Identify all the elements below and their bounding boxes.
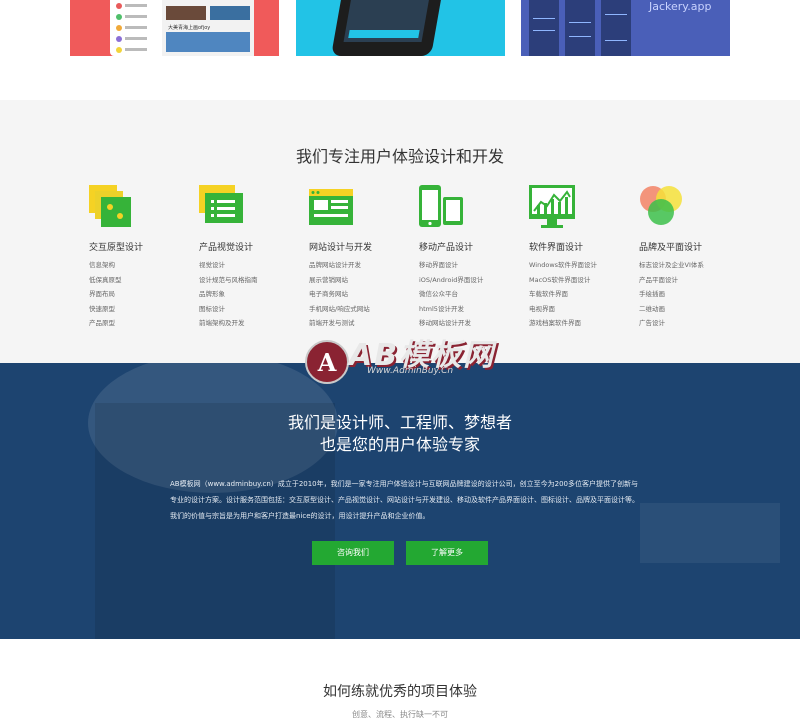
- service-link[interactable]: 快速原型: [89, 302, 189, 317]
- service-link[interactable]: 产品原型: [89, 316, 189, 331]
- service-link[interactable]: 移动界面设计: [419, 258, 519, 273]
- service-prototype: 交互原型设计 信息架构 低保真原型 界面布局 快速原型 产品原型: [89, 185, 189, 331]
- thumb-caption: 大美青海上画ofjoy: [168, 25, 211, 31]
- service-link[interactable]: 品牌网站设计开发: [309, 258, 409, 273]
- experience-section: 如何练就优秀的项目体验 创意、流程、执行缺一不可: [0, 639, 800, 728]
- service-name[interactable]: 品牌及平面设计: [639, 240, 739, 253]
- experience-subtitle: 创意、流程、执行缺一不可: [352, 710, 448, 719]
- sticky-notes-icon: [89, 185, 135, 229]
- mobile-devices-icon: [419, 185, 465, 229]
- portfolio-strip: 大美青海上画ofjoy Jackery.app: [0, 0, 800, 100]
- handheld-phone-image: [331, 0, 441, 56]
- learn-more-button[interactable]: 了解更多: [406, 541, 488, 565]
- service-link[interactable]: 电子商务网站: [309, 287, 409, 302]
- service-link[interactable]: 视觉设计: [199, 258, 299, 273]
- app-screen-3: [601, 0, 631, 56]
- service-software: 软件界面设计 Windows软件界面设计 MacOS软件界面设计 车载软件界面 …: [529, 185, 629, 331]
- service-link[interactable]: 前端架构及开发: [199, 316, 299, 331]
- service-link[interactable]: Windows软件界面设计: [529, 258, 629, 273]
- watermark: A AB模板网 Www.AdminBuy.Cn: [305, 328, 505, 388]
- services-section: 我们专注用户体验设计和开发 交互原型设计 信息架构 低保真原型 界面布局 快速原…: [0, 100, 800, 363]
- thumb-caption: Jackery.app: [649, 0, 712, 13]
- about-section: 我们是设计师、工程师、梦想者 也是您的用户体验专家 AB模板网（www.admi…: [0, 363, 800, 639]
- service-link[interactable]: 手绘插画: [639, 287, 739, 302]
- service-name[interactable]: 交互原型设计: [89, 240, 189, 253]
- service-link[interactable]: 广告设计: [639, 316, 739, 331]
- service-link[interactable]: 图标设计: [199, 302, 299, 317]
- app-screen-1: [529, 0, 559, 56]
- service-link[interactable]: 微信公众平台: [419, 287, 519, 302]
- service-link[interactable]: 界面布局: [89, 287, 189, 302]
- service-link[interactable]: 二维动画: [639, 302, 739, 317]
- app-screen-2: [565, 0, 595, 56]
- browser-window-icon: [309, 185, 355, 229]
- service-link[interactable]: 车载软件界面: [529, 287, 629, 302]
- about-heading-2: 也是您的用户体验专家: [319, 435, 480, 454]
- service-link[interactable]: 展示营销网站: [309, 273, 409, 288]
- service-website: 网站设计与开发 品牌网站设计开发 展示营销网站 电子商务网站 手机网站/响应式网…: [309, 185, 409, 331]
- about-heading-1: 我们是设计师、工程师、梦想者: [287, 413, 512, 432]
- monitor-chart-icon: [529, 185, 575, 229]
- service-branding: 品牌及平面设计 标志设计及企业VI体系 产品平面设计 手绘插画 二维动画 广告设…: [639, 185, 739, 331]
- watermark-logo-icon: A: [305, 340, 349, 384]
- service-link[interactable]: 信息架构: [89, 258, 189, 273]
- service-link[interactable]: 设计规范与风格指南: [199, 273, 299, 288]
- tablet-mockup: 大美青海上画ofjoy: [162, 0, 254, 56]
- service-name[interactable]: 软件界面设计: [529, 240, 629, 253]
- service-link[interactable]: iOS/Android界面设计: [419, 273, 519, 288]
- service-link[interactable]: html5设计开发: [419, 302, 519, 317]
- service-name[interactable]: 移动产品设计: [419, 240, 519, 253]
- service-name[interactable]: 产品视觉设计: [199, 240, 299, 253]
- service-visual: 产品视觉设计 视觉设计 设计规范与风格指南 品牌形象 图标设计 前端架构及开发: [199, 185, 299, 331]
- experience-title: 如何练就优秀的项目体验: [323, 684, 477, 700]
- service-link[interactable]: 电视界面: [529, 302, 629, 317]
- service-name[interactable]: 网站设计与开发: [309, 240, 409, 253]
- watermark-url: Www.AdminBuy.Cn: [367, 366, 454, 376]
- service-link[interactable]: 产品平面设计: [639, 273, 739, 288]
- service-mobile: 移动产品设计 移动界面设计 iOS/Android界面设计 微信公众平台 htm…: [419, 185, 519, 331]
- contact-button[interactable]: 咨询我们: [312, 541, 394, 565]
- service-link[interactable]: 标志设计及企业VI体系: [639, 258, 739, 273]
- layered-document-icon: [199, 185, 245, 229]
- portfolio-thumb-3[interactable]: Jackery.app: [521, 0, 730, 56]
- service-link[interactable]: 游戏档案软件界面: [529, 316, 629, 331]
- service-link[interactable]: 手机网站/响应式网站: [309, 302, 409, 317]
- service-link[interactable]: 品牌形象: [199, 287, 299, 302]
- service-link[interactable]: MacOS软件界面设计: [529, 273, 629, 288]
- about-description: AB模板网（www.adminbuy.cn）成立于2010年，我们是一家专注用户…: [170, 480, 639, 520]
- color-circles-icon: [639, 185, 685, 229]
- services-title: 我们专注用户体验设计和开发: [295, 147, 504, 166]
- portfolio-thumb-1[interactable]: 大美青海上画ofjoy: [70, 0, 279, 56]
- portfolio-thumb-2[interactable]: [296, 0, 505, 56]
- service-link[interactable]: 低保真原型: [89, 273, 189, 288]
